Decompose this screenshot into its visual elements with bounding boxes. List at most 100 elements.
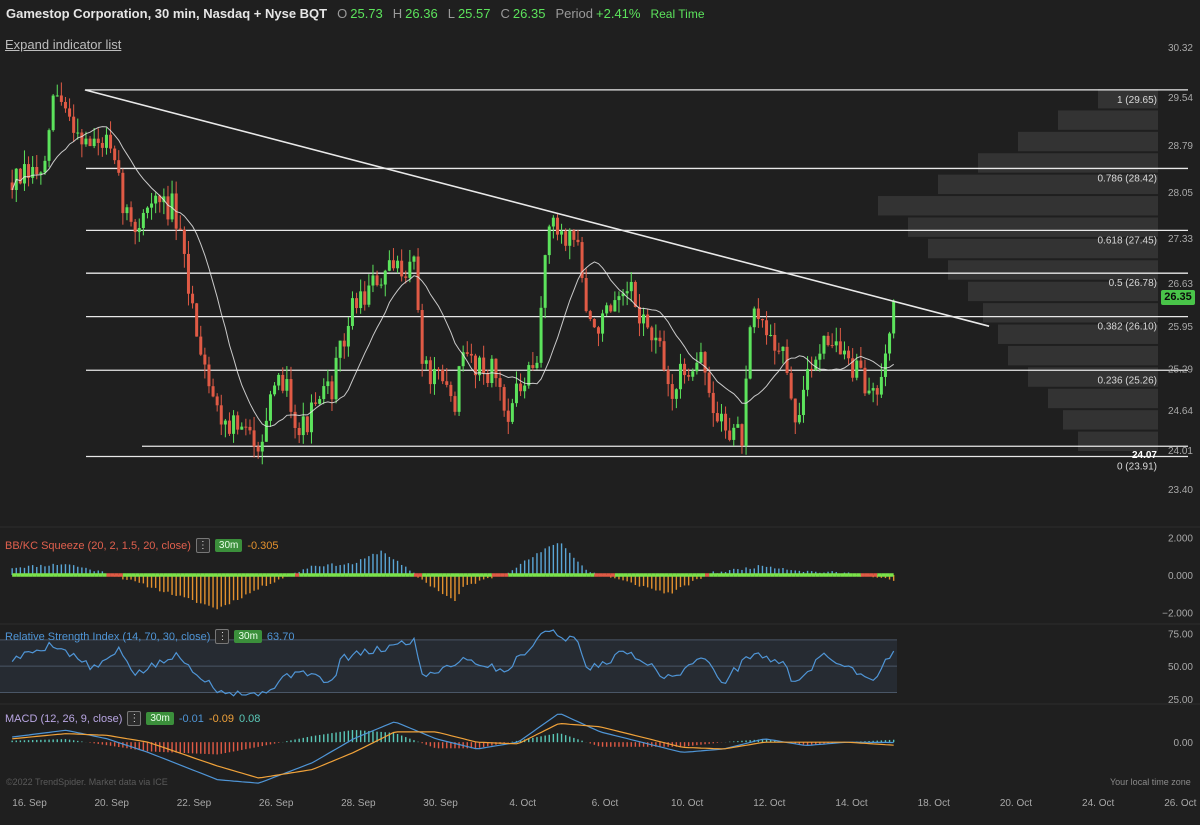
candle-body xyxy=(867,390,871,394)
candle-body xyxy=(613,300,617,312)
candle-body xyxy=(96,138,100,143)
squeeze-legend[interactable]: BB/KC Squeeze (20, 2, 1.5, 20, close) ⋮ … xyxy=(5,538,279,553)
candle-body xyxy=(789,373,793,399)
candle-body xyxy=(396,260,400,269)
candle-body xyxy=(883,353,887,377)
candle-body xyxy=(531,365,535,368)
candle-body xyxy=(232,415,236,434)
candle-body xyxy=(215,396,219,406)
candle-body xyxy=(551,217,555,227)
candle-body xyxy=(137,228,141,233)
candle-body xyxy=(617,296,621,301)
candle-body xyxy=(350,298,354,326)
candle-body xyxy=(666,370,670,385)
candle-body xyxy=(375,275,379,286)
squeeze-tick-label: 2.000 xyxy=(1168,534,1193,545)
chart-canvas[interactable]: 1 (29.65) 0.786 (28.42) 0.618 (27.45) 0.5 (… xyxy=(0,0,1200,820)
open-label: O xyxy=(337,6,348,21)
candle-body xyxy=(724,413,728,431)
candle-body xyxy=(457,366,461,412)
candle-body xyxy=(502,387,506,411)
rsi-legend[interactable]: Relative Strength Index (14, 70, 30, clo… xyxy=(5,629,294,644)
candle-body xyxy=(223,420,227,425)
candle-body xyxy=(449,384,453,397)
candle-body xyxy=(268,394,272,421)
candle-body xyxy=(506,410,510,422)
open-value: 25.73 xyxy=(350,6,383,21)
candle-body xyxy=(182,229,186,254)
candle-body xyxy=(68,108,72,117)
chart-stage[interactable]: 1 (29.65) 0.786 (28.42) 0.618 (27.45) 0.5 (… xyxy=(0,0,1200,820)
time-tick-label: 26. Sep xyxy=(259,798,294,809)
candle-body xyxy=(326,381,330,387)
candle-body xyxy=(400,260,404,277)
candle-body xyxy=(527,365,531,386)
fib-level-label: 0.5 (26.78) xyxy=(1109,278,1157,289)
price-tick-label: 28.79 xyxy=(1168,141,1193,152)
candle-body xyxy=(592,319,596,328)
low-label: L xyxy=(447,6,455,21)
candle-body xyxy=(191,293,195,304)
macd-menu-icon[interactable]: ⋮ xyxy=(127,711,142,726)
candle-body xyxy=(145,207,149,213)
volume-profile-bar xyxy=(1078,431,1158,451)
candle-body xyxy=(55,95,59,97)
fib-level-label: 0.786 (28.42) xyxy=(1098,173,1158,184)
time-tick-label: 22. Sep xyxy=(177,798,212,809)
expand-indicator-list-link[interactable]: Expand indicator list xyxy=(5,37,121,52)
candle-body xyxy=(248,426,252,431)
price-tick-label: 25.29 xyxy=(1168,364,1193,375)
candle-body xyxy=(728,430,732,440)
candle-body xyxy=(568,230,572,246)
period-change: Period +2.41% xyxy=(555,6,640,21)
time-tick-label: 24. Oct xyxy=(1082,798,1114,809)
candle-body xyxy=(744,378,748,446)
candle-body xyxy=(596,327,600,334)
low-value: 25.57 xyxy=(457,6,491,21)
candle-body xyxy=(740,424,744,446)
candle-body xyxy=(293,411,297,428)
macd-legend[interactable]: MACD (12, 26, 9, close) ⋮ 30m -0.01 -0.0… xyxy=(5,711,260,726)
candle-body xyxy=(240,426,244,430)
candle-body xyxy=(797,415,801,423)
candle-body xyxy=(219,405,223,425)
candle-body xyxy=(195,303,199,337)
rsi-label[interactable]: Relative Strength Index (14, 70, 30, clo… xyxy=(5,631,210,643)
macd-signal-value: -0.09 xyxy=(208,712,234,725)
macd-label[interactable]: MACD (12, 26, 9, close) xyxy=(5,713,122,725)
candle-body xyxy=(141,212,145,229)
candle-body xyxy=(43,160,47,173)
candle-body xyxy=(322,386,326,400)
realtime-badge: Real Time xyxy=(650,7,705,21)
candle-body xyxy=(379,284,383,286)
candle-body xyxy=(289,379,293,412)
candle-body xyxy=(601,313,605,334)
candle-body xyxy=(121,172,125,214)
candle-body xyxy=(678,363,682,390)
time-tick-label: 16. Sep xyxy=(12,798,47,809)
rsi-menu-icon[interactable]: ⋮ xyxy=(215,629,230,644)
candle-body xyxy=(670,384,674,399)
macd-timeframe-badge[interactable]: 30m xyxy=(146,712,174,725)
squeeze-label[interactable]: BB/KC Squeeze (20, 2, 1.5, 20, close) xyxy=(5,540,191,552)
candle-body xyxy=(416,256,420,311)
candle-body xyxy=(260,441,264,452)
candle-body xyxy=(441,369,445,382)
candle-body xyxy=(863,367,867,394)
symbol-title[interactable]: Gamestop Corporation, 30 min, Nasdaq + N… xyxy=(6,6,327,21)
candle-body xyxy=(650,327,654,341)
candle-body xyxy=(109,134,113,149)
candle-body xyxy=(404,276,408,278)
time-tick-label: 20. Oct xyxy=(1000,798,1032,809)
candle-body xyxy=(732,427,736,440)
squeeze-menu-icon[interactable]: ⋮ xyxy=(195,538,210,553)
rsi-timeframe-badge[interactable]: 30m xyxy=(234,630,262,643)
candle-body xyxy=(826,335,830,346)
squeeze-timeframe-badge[interactable]: 30m xyxy=(214,539,243,552)
candle-body xyxy=(47,130,51,161)
candle-body xyxy=(523,385,527,392)
candle-body xyxy=(514,383,518,404)
candle-body xyxy=(437,369,441,371)
candle-body xyxy=(445,381,449,385)
candle-body xyxy=(494,358,498,379)
